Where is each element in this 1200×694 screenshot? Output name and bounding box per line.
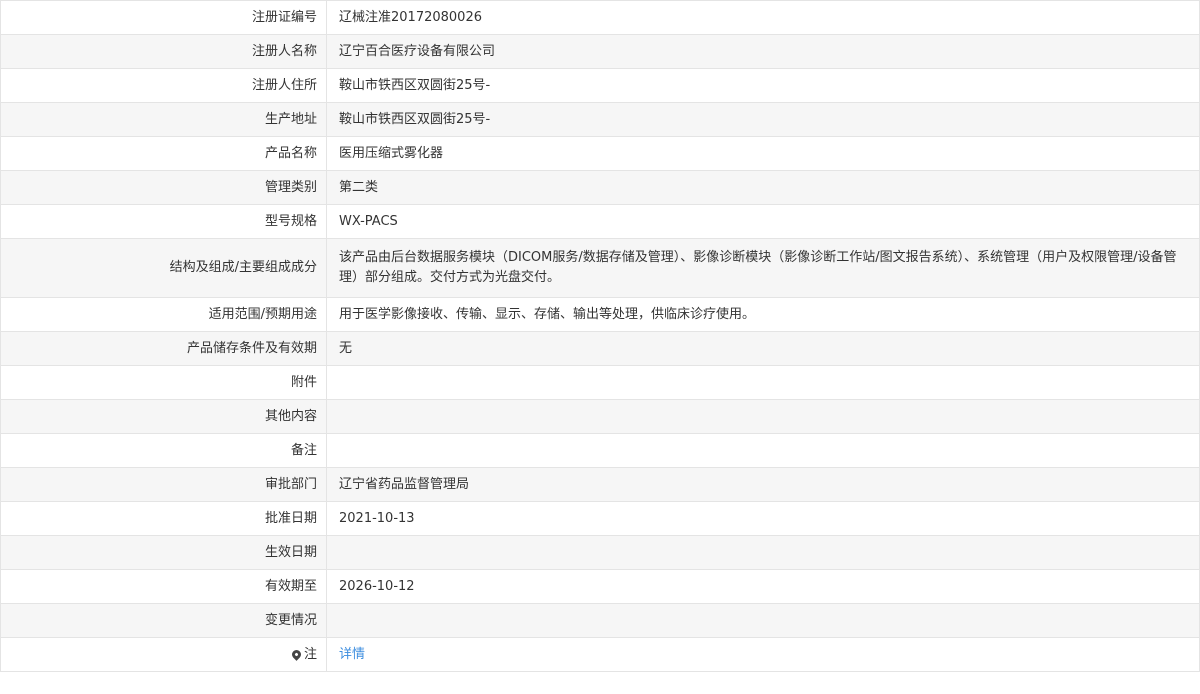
field-value-valid-until: 2026-10-12 [326,569,1200,604]
table-row: 产品名称 医用压缩式雾化器 [0,136,1200,171]
field-label-structure-composition: 结构及组成/主要组成成分 [0,238,327,298]
field-label-model-spec: 型号规格 [0,204,327,239]
table-row: 生效日期 [0,535,1200,570]
field-value-management-class: 第二类 [326,170,1200,205]
field-label-change-history: 变更情况 [0,603,327,638]
field-value-other-content [326,399,1200,434]
field-label-approval-date: 批准日期 [0,501,327,536]
field-label-valid-until: 有效期至 [0,569,327,604]
pin-icon [290,647,303,661]
table-row: 注册人名称 辽宁百合医疗设备有限公司 [0,34,1200,69]
table-row: 结构及组成/主要组成成分 该产品由后台数据服务模块（DICOM服务/数据存储及管… [0,238,1200,298]
field-label-registration-number: 注册证编号 [0,0,327,35]
field-label-management-class: 管理类别 [0,170,327,205]
table-row: 有效期至 2026-10-12 [0,569,1200,604]
field-label-remarks: 备注 [0,433,327,468]
field-value-structure-composition: 该产品由后台数据服务模块（DICOM服务/数据存储及管理）、影像诊断模块（影像诊… [326,238,1200,298]
field-value-storage-validity: 无 [326,331,1200,366]
field-label-storage-validity: 产品储存条件及有效期 [0,331,327,366]
table-row: 管理类别 第二类 [0,170,1200,205]
details-link[interactable]: 详情 [339,647,365,662]
field-value-model-spec: WX-PACS [326,204,1200,239]
field-value-registrant-address: 鞍山市铁西区双圆街25号- [326,68,1200,103]
note-value-cell: 详情 [326,637,1200,672]
registration-detail-table: 注册证编号 辽械注准20172080026 注册人名称 辽宁百合医疗设备有限公司… [0,0,1200,672]
field-value-product-name: 医用压缩式雾化器 [326,136,1200,171]
table-row: 备注 [0,433,1200,468]
table-row: 附件 [0,365,1200,400]
field-value-change-history [326,603,1200,638]
field-label-registrant-address: 注册人住所 [0,68,327,103]
field-label-production-address: 生产地址 [0,102,327,137]
field-label-attachments: 附件 [0,365,327,400]
table-row: 适用范围/预期用途 用于医学影像接收、传输、显示、存储、输出等处理，供临床诊疗使… [0,297,1200,332]
table-row: 注册证编号 辽械注准20172080026 [0,0,1200,35]
table-row: 其他内容 [0,399,1200,434]
field-value-attachments [326,365,1200,400]
note-label-cell: 注 [0,637,327,672]
field-label-intended-use: 适用范围/预期用途 [0,297,327,332]
table-row: 生产地址 鞍山市铁西区双圆街25号- [0,102,1200,137]
field-label-approval-department: 审批部门 [0,467,327,502]
field-value-intended-use: 用于医学影像接收、传输、显示、存储、输出等处理，供临床诊疗使用。 [326,297,1200,332]
table-row: 变更情况 [0,603,1200,638]
field-value-approval-department: 辽宁省药品监督管理局 [326,467,1200,502]
field-label-product-name: 产品名称 [0,136,327,171]
field-value-registration-number: 辽械注准20172080026 [326,0,1200,35]
field-value-registrant-name: 辽宁百合医疗设备有限公司 [326,34,1200,69]
table-row: 批准日期 2021-10-13 [0,501,1200,536]
field-value-approval-date: 2021-10-13 [326,501,1200,536]
field-value-effective-date [326,535,1200,570]
field-value-production-address: 鞍山市铁西区双圆街25号- [326,102,1200,137]
field-value-remarks [326,433,1200,468]
table-row: 产品储存条件及有效期 无 [0,331,1200,366]
field-label-effective-date: 生效日期 [0,535,327,570]
field-label-other-content: 其他内容 [0,399,327,434]
field-label-registrant-name: 注册人名称 [0,34,327,69]
table-row: 型号规格 WX-PACS [0,204,1200,239]
table-row: 注册人住所 鞍山市铁西区双圆街25号- [0,68,1200,103]
table-row-note: 注 详情 [0,637,1200,672]
table-row: 审批部门 辽宁省药品监督管理局 [0,467,1200,502]
note-label: 注 [303,646,317,662]
